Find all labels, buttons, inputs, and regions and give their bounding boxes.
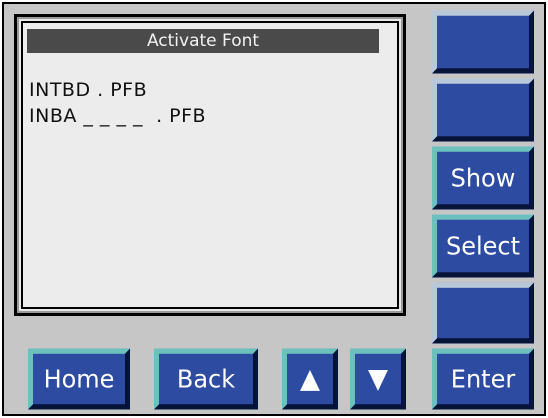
font-file-line-2: INBA _ _ _ _ . PFB bbox=[29, 105, 207, 127]
down-arrow-button[interactable]: ▼ bbox=[350, 348, 406, 410]
font-file-line-1: INTBD . PFB bbox=[29, 79, 148, 101]
select-button[interactable]: Select bbox=[432, 214, 534, 278]
lcd-screen: Activate Font INTBD . PFB INBA _ _ _ _ .… bbox=[14, 14, 406, 316]
show-button[interactable]: Show bbox=[432, 146, 534, 210]
home-button[interactable]: Home bbox=[28, 348, 130, 410]
side-button-2[interactable] bbox=[432, 78, 534, 142]
back-button[interactable]: Back bbox=[154, 348, 258, 410]
screen-title: Activate Font bbox=[27, 29, 379, 53]
up-arrow-icon: ▲ bbox=[300, 363, 320, 395]
enter-button[interactable]: Enter bbox=[432, 348, 534, 410]
side-button-1[interactable] bbox=[432, 10, 534, 74]
side-button-5[interactable] bbox=[432, 282, 534, 344]
control-panel: Activate Font INTBD . PFB INBA _ _ _ _ .… bbox=[2, 2, 546, 416]
lcd-screen-inner: Activate Font INTBD . PFB INBA _ _ _ _ .… bbox=[21, 21, 399, 309]
down-arrow-icon: ▼ bbox=[368, 363, 388, 395]
up-arrow-button[interactable]: ▲ bbox=[282, 348, 338, 410]
